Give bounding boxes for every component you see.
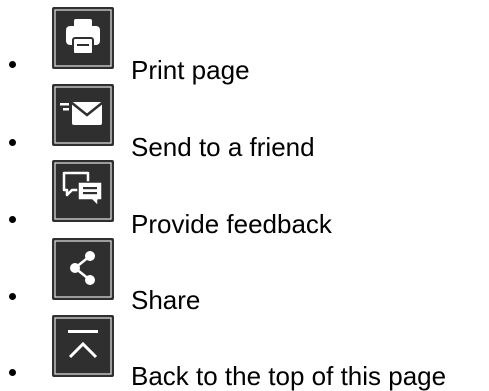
bullet [9, 293, 16, 300]
bullet [9, 216, 16, 223]
list-item-back-to-top[interactable]: Back to the top of this page [0, 308, 489, 391]
bullet [9, 61, 16, 68]
list-item-feedback[interactable]: Provide feedback [0, 154, 489, 239]
page-actions-list: Print page Send to a friend Provide feed… [0, 0, 489, 391]
printer-icon[interactable] [50, 5, 116, 71]
list-item-send[interactable]: Send to a friend [0, 77, 489, 162]
list-item-print[interactable]: Print page [0, 0, 489, 85]
bullet [9, 139, 16, 146]
back-to-top-link[interactable]: Back to the top of this page [131, 361, 446, 391]
bullet [9, 369, 16, 376]
envelope-icon[interactable] [50, 82, 116, 148]
chat-bubbles-icon[interactable] [50, 158, 116, 224]
list-item-share[interactable]: Share [0, 231, 489, 315]
back-to-top-icon[interactable] [50, 313, 116, 379]
share-icon[interactable] [50, 236, 116, 302]
